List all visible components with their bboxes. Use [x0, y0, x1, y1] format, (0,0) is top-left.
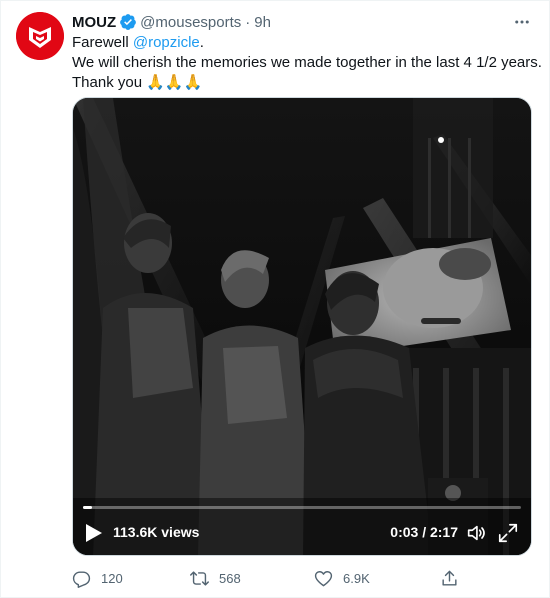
video-timecode: 0:03 / 2:17: [390, 524, 458, 540]
share-icon: [442, 570, 457, 586]
more-dots-icon: [515, 20, 529, 24]
mention-link[interactable]: @ropzicle: [133, 34, 200, 51]
video-frame: [73, 98, 531, 555]
like-button[interactable]: 6.9K: [314, 566, 370, 590]
heart-icon: [314, 570, 333, 586]
play-button[interactable]: [85, 523, 103, 543]
video-controls: 113.6K views 0:03 / 2:17: [73, 511, 531, 555]
retweet-button[interactable]: 568: [190, 566, 241, 590]
volume-icon: [467, 525, 485, 541]
reply-button[interactable]: 120: [72, 566, 123, 590]
tweet-text-line-1: Farewell @ropzicle.: [72, 33, 532, 53]
share-button[interactable]: [440, 566, 469, 590]
video-player[interactable]: 113.6K views 0:03 / 2:17: [72, 97, 532, 556]
tweet-text-line-3: Thank you 🙏🙏🙏: [72, 74, 203, 91]
mouz-logo-icon: [16, 12, 64, 60]
avatar[interactable]: [16, 12, 64, 60]
separator-dot: ·: [245, 13, 251, 31]
verified-badge-icon: [119, 13, 137, 31]
volume-button[interactable]: [465, 522, 487, 544]
author-name[interactable]: MOUZ: [72, 14, 116, 31]
play-icon: [86, 524, 102, 542]
tweet-text-line-2: We will cherish the memories we made tog…: [72, 54, 542, 71]
tweet-actions: 120 568 6.9K: [72, 566, 492, 590]
video-progress-fill: [83, 506, 92, 509]
reply-count: 120: [101, 570, 123, 586]
fullscreen-button[interactable]: [497, 522, 519, 544]
tweet-header: MOUZ @mousesports · 9h: [72, 12, 271, 32]
more-options-button[interactable]: [512, 12, 532, 32]
retweet-count: 568: [219, 570, 241, 586]
video-progress-bar[interactable]: [83, 506, 521, 509]
like-count: 6.9K: [343, 570, 370, 586]
fullscreen-icon: [498, 523, 518, 543]
reply-icon: [72, 570, 91, 588]
author-handle[interactable]: @mousesports: [140, 14, 241, 31]
retweet-icon: [190, 570, 209, 586]
video-view-count: 113.6K views: [113, 524, 200, 540]
text-farewell: Farewell: [72, 34, 133, 51]
tweet-timestamp[interactable]: 9h: [254, 14, 271, 31]
tweet-text: Farewell @ropzicle. We will cherish the …: [72, 33, 542, 93]
text-period: .: [199, 34, 204, 51]
